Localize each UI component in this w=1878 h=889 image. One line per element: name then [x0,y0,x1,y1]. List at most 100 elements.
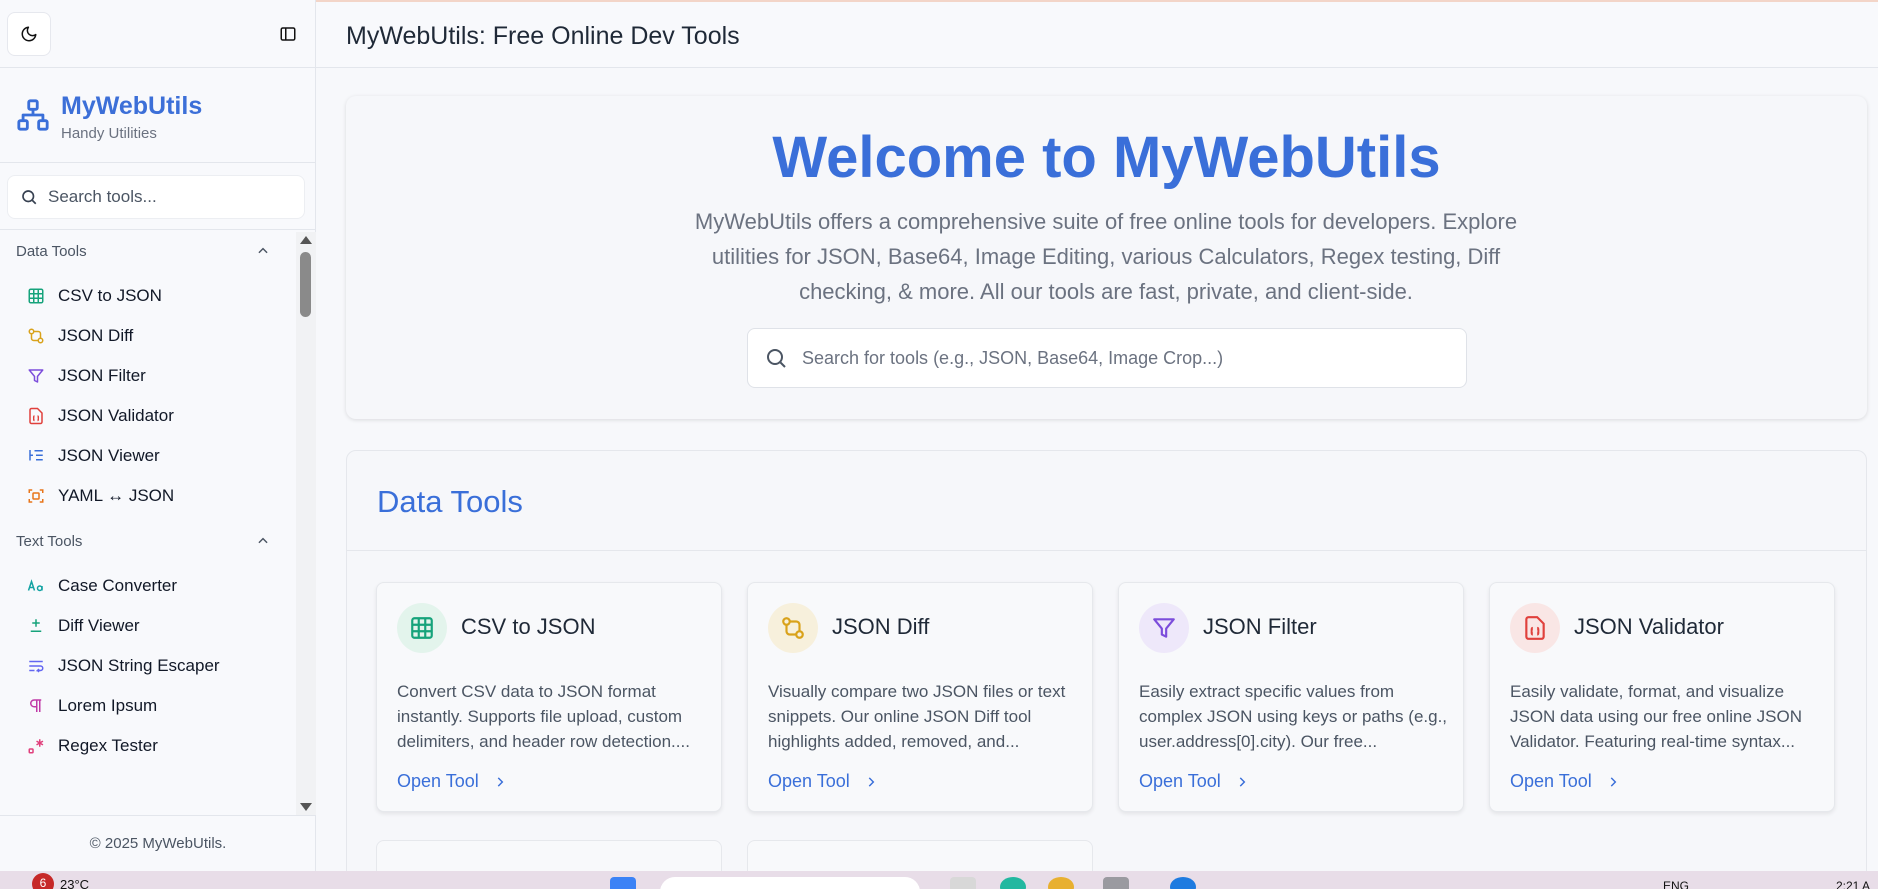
sidebar-top [0,0,315,68]
toggle-sidebar-button[interactable] [266,12,310,56]
network-logo-icon [17,99,49,131]
open-tool-label: Open Tool [768,771,850,791]
open-tool-link[interactable]: Open Tool [768,771,878,792]
sidebar-search-area [0,163,315,230]
card-description: Convert CSV data to JSON format instantl… [397,682,690,751]
scroll-down-arrow[interactable] [300,803,312,811]
sidebar-item-label: JSON String Escaper [58,656,220,675]
app-icon[interactable] [950,877,976,889]
section-header: Data Tools [347,451,1866,551]
sidebar-item-label: YAML ↔ JSON [58,486,175,505]
scroll-thumb[interactable] [300,252,311,317]
convert-icon [27,487,45,505]
table-icon [397,603,447,653]
sidebar-item-json-diff[interactable]: JSON Diff [0,316,296,356]
open-tool-link[interactable]: Open Tool [1510,771,1620,792]
sidebar-item-json-validator[interactable]: JSON Validator [0,396,296,436]
sidebar-nav: Data Tools CSV to JSON JSON Diff JSON Fi… [0,232,296,815]
table-icon [27,287,45,305]
page-title: MyWebUtils: Free Online Dev Tools [346,22,740,50]
filter-icon [1139,603,1189,653]
hero-description: MyWebUtils offers a comprehensive suite … [694,209,1518,304]
app-icon[interactable] [1103,877,1129,889]
sidebar-item-lorem-ipsum[interactable]: Lorem Ipsum [0,686,296,726]
open-tool-link[interactable]: Open Tool [1139,771,1249,792]
os-taskbar: 6 23°C ENG 2:21 A [0,871,1878,889]
clock[interactable]: 2:21 A [1836,879,1870,889]
sidebar-item-diff-viewer[interactable]: Diff Viewer [0,606,296,646]
nav-group-data-tools[interactable]: Data Tools [0,232,296,270]
sidebar-footer: © 2025 MyWebUtils. [0,815,316,871]
nav-group-label: Data Tools [16,242,87,260]
sidebar-item-yaml-json[interactable]: YAML ↔ JSON [0,476,296,516]
moon-icon [21,26,37,42]
card-title: JSON Filter [1203,614,1317,639]
card-description: Easily validate, format, and visualize J… [1510,682,1802,751]
panel-left-icon [280,27,296,41]
sidebar-item-label: JSON Filter [58,366,146,385]
filter-icon [27,367,45,385]
sidebar-search-input[interactable] [48,187,278,207]
sidebar-item-case-converter[interactable]: Case Converter [0,566,296,606]
tool-card-json-validator[interactable]: JSON Validator Easily validate, format, … [1489,582,1835,812]
brand[interactable]: MyWebUtils Handy Utilities [0,68,315,163]
language-indicator[interactable]: ENG [1663,879,1689,889]
tool-card-json-filter[interactable]: JSON Filter Easily extract specific valu… [1118,582,1464,812]
card-title: JSON Validator [1574,614,1724,639]
sidebar-item-label: JSON Diff [58,326,134,345]
sidebar-item-json-filter[interactable]: JSON Filter [0,356,296,396]
plus-minus-icon [27,617,45,635]
tool-card-json-diff[interactable]: JSON Diff Visually compare two JSON file… [747,582,1093,812]
weather-temp[interactable]: 23°C [60,877,89,889]
case-icon [27,577,45,595]
data-tools-section: Data Tools CSV to JSON Convert CSV data … [346,450,1867,889]
start-icon[interactable] [610,877,636,889]
sidebar-item-regex-tester[interactable]: Regex Tester [0,726,296,766]
pilcrow-icon [27,697,45,715]
topbar: MyWebUtils: Free Online Dev Tools [316,0,1878,68]
scroll-up-arrow[interactable] [300,236,312,244]
chevron-up-icon [258,247,268,254]
app-icon[interactable] [1048,877,1074,889]
hero-title: Welcome to MyWebUtils [772,125,1441,190]
search-icon [22,190,37,205]
open-tool-label: Open Tool [1139,771,1221,791]
sidebar-item-json-string-escaper[interactable]: JSON String Escaper [0,646,296,686]
weather-badge[interactable]: 6 [32,873,54,889]
brand-tagline: Handy Utilities [61,125,157,142]
sidebar-item-label: Case Converter [58,576,178,595]
card-description: Visually compare two JSON files or text … [768,682,1066,751]
open-tool-link[interactable]: Open Tool [397,771,507,792]
sidebar-item-csv-to-json[interactable]: CSV to JSON [0,276,296,316]
app-icon[interactable] [1000,877,1026,889]
sidebar-item-json-viewer[interactable]: JSON Viewer [0,436,296,476]
sidebar-scrollbar[interactable] [296,232,316,815]
hero-search-input[interactable] [802,347,1442,369]
chevron-up-icon [258,537,268,544]
sidebar-item-label: JSON Validator [58,406,174,425]
sidebar: MyWebUtils Handy Utilities Data Tools CS… [0,0,316,871]
nav-group-text-tools[interactable]: Text Tools [0,522,296,560]
diff-icon [768,603,818,653]
chevron-right-icon [497,776,504,787]
sidebar-search[interactable] [7,175,305,219]
sidebar-item-label: Regex Tester [58,736,158,755]
list-tree-icon [27,447,45,465]
app-icon[interactable] [1170,877,1196,889]
regex-icon [27,737,45,755]
diff-icon [27,327,45,345]
hero-card: Welcome to MyWebUtils MyWebUtils offers … [346,96,1867,419]
theme-toggle-button[interactable] [7,12,51,56]
tool-card-csv-to-json[interactable]: CSV to JSON Convert CSV data to JSON for… [376,582,722,812]
card-description: Easily extract specific values from comp… [1139,682,1448,751]
sidebar-item-label: Diff Viewer [58,616,140,635]
sidebar-item-label: CSV to JSON [58,286,162,305]
hero-search[interactable] [747,328,1467,388]
taskbar-search[interactable] [660,877,920,889]
file-json-icon [27,407,45,425]
wrap-text-icon [27,657,45,675]
file-json-icon [1510,603,1560,653]
card-title: JSON Diff [832,614,930,639]
chevron-right-icon [868,776,875,787]
nav-group-label: Text Tools [16,532,83,550]
